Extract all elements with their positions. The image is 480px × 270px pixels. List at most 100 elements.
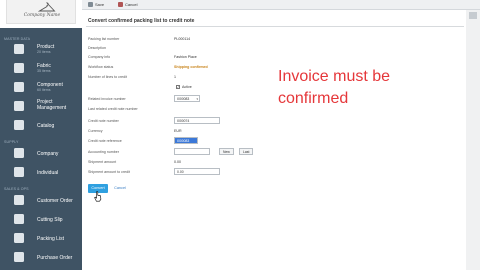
field-value: 0.00: [174, 160, 181, 164]
toolbar-cancel-label: Cancel: [125, 2, 138, 7]
field-accounting-number: Accounting number New Last: [88, 148, 288, 157]
cutting-slip-icon: [14, 214, 24, 224]
annotation-callout: Invoice must be confirmed: [278, 68, 391, 107]
sidebar-item-label: Catalog: [37, 123, 55, 129]
save-button[interactable]: Save: [88, 2, 104, 8]
field-currency: Currency EUR: [88, 128, 288, 136]
credit-note-number-input[interactable]: I000074: [174, 117, 220, 124]
accounting-number-input[interactable]: [174, 148, 210, 155]
sidebar-item-company[interactable]: Company: [0, 147, 82, 161]
field-value: PL000114: [174, 37, 191, 41]
field-active: ✓ Active: [88, 84, 288, 92]
field-label: Accounting number: [88, 150, 119, 154]
sidebar-item-label: Purchase Order: [37, 255, 73, 261]
sidebar-item-count: 35 items: [37, 69, 51, 73]
toolbar-cancel-button[interactable]: Cancel: [118, 2, 137, 8]
field-label: Related invoice number: [88, 97, 126, 101]
sidebar-group-sales-ops: SALES & OPS: [4, 187, 29, 191]
field-credit-note-reference: Credit note reference I000083: [88, 137, 288, 146]
company-name: Company Name: [23, 13, 61, 18]
sidebar-item-cutting-slip[interactable]: Cutting Slip: [0, 213, 82, 227]
app-window: Company Name MASTER DATA Product 20 item…: [0, 0, 480, 270]
active-checkbox[interactable]: ✓: [176, 85, 180, 89]
purchase-order-icon: [14, 252, 24, 262]
field-label: Shipment amount to credit: [88, 170, 130, 174]
field-label: Currency: [88, 129, 103, 133]
sidebar-item-label: Individual: [37, 170, 59, 176]
new-number-button[interactable]: New: [219, 148, 234, 155]
sidebar-item-label: Cutting Slip: [37, 217, 63, 223]
field-description: Description: [88, 45, 288, 53]
packing-list-icon: [14, 233, 24, 243]
field-credit-note-number: Credit note number I000074: [88, 117, 288, 126]
sidebar-item-component[interactable]: Component 60 items: [0, 81, 82, 95]
sidebar-item-label: Project Management: [37, 99, 67, 111]
company-logo[interactable]: Company Name: [6, 0, 76, 24]
field-shipment-amount-to-credit: Shipment amount to credit 0.00: [88, 168, 288, 177]
field-label: Description: [88, 46, 106, 50]
field-label: Workflow status: [88, 65, 114, 69]
field-value: EUR: [174, 129, 182, 133]
sidebar-item-packing-list[interactable]: Packing List: [0, 232, 82, 246]
sidebar: Company Name MASTER DATA Product 20 item…: [0, 0, 82, 270]
sidebar-item-purchase-order[interactable]: Purchase Order: [0, 251, 82, 265]
company-icon: [14, 148, 24, 158]
chevron-down-icon: ▾: [196, 97, 198, 101]
sidebar-item-count: 60 items: [37, 88, 51, 92]
toolbar: Save Cancel: [82, 0, 480, 10]
sidebar-item-product[interactable]: Product 20 items: [0, 43, 82, 57]
field-last-related-credit-note: Last related credit note number: [88, 106, 288, 114]
page-title: Convert confirmed packing list to credit…: [88, 18, 195, 24]
sidebar-item-catalog[interactable]: Catalog: [0, 119, 82, 133]
field-shipment-amount: Shipment amount 0.00: [88, 159, 288, 167]
sidebar-item-label: Company: [37, 151, 59, 157]
individual-icon: [14, 167, 24, 177]
last-number-button[interactable]: Last: [239, 148, 254, 155]
customer-order-icon: [14, 195, 24, 205]
sidebar-group-supply: SUPPLY: [4, 140, 19, 144]
sidebar-group-master-data: MASTER DATA: [4, 37, 31, 41]
related-invoice-value: I000083: [177, 97, 190, 101]
field-label: Credit note number: [88, 119, 119, 123]
credit-note-reference-input[interactable]: I000083: [174, 137, 198, 144]
sidebar-item-count: 20 items: [37, 50, 51, 54]
sidebar-item-label: Packing List: [37, 236, 64, 242]
hand-pointer-icon: [94, 191, 102, 202]
field-label: Number of lines to credit: [88, 75, 127, 79]
field-label: Shipment amount: [88, 160, 117, 164]
fabric-icon: [14, 63, 24, 73]
related-invoice-select[interactable]: I000083 ▾: [174, 95, 200, 102]
project-icon: [14, 101, 24, 111]
field-lines-to-credit: Number of lines to credit 1: [88, 74, 288, 82]
vertical-scrollbar[interactable]: [466, 10, 480, 270]
shirt-icon: [14, 44, 24, 54]
field-label: Packing list number: [88, 37, 120, 41]
sidebar-item-customer-order[interactable]: Customer Order: [0, 194, 82, 208]
field-value: 1: [174, 75, 176, 79]
logo-area: Company Name: [0, 0, 82, 28]
cancel-button[interactable]: Cancel: [112, 184, 128, 193]
field-company-info: Company info Fashion Place: [88, 54, 288, 62]
hanger-icon: [38, 2, 56, 12]
field-workflow-status: Workflow status Shipping confirmed: [88, 64, 288, 72]
shipment-amount-to-credit-input[interactable]: 0.00: [174, 168, 220, 175]
workflow-status-badge: Shipping confirmed: [174, 65, 208, 69]
sidebar-item-fabric[interactable]: Fabric 35 items: [0, 62, 82, 76]
field-related-invoice: Related invoice number I000083 ▾: [88, 95, 288, 104]
scrollbar-thumb[interactable]: [469, 12, 477, 19]
floppy-disk-icon: [88, 2, 93, 8]
field-label: Last related credit note number: [88, 107, 138, 111]
field-label: Credit note reference: [88, 139, 122, 143]
field-label: Company info: [88, 55, 111, 59]
sidebar-item-project-management[interactable]: Project Management: [0, 99, 82, 114]
divider: [86, 26, 464, 27]
field-packing-list-number: Packing list number PL000114: [88, 36, 288, 44]
field-value: Fashion Place: [174, 55, 197, 59]
catalog-icon: [14, 120, 24, 130]
save-button-label: Save: [95, 2, 105, 7]
sidebar-item-individual[interactable]: Individual: [0, 166, 82, 180]
cancel-icon: [118, 2, 123, 8]
sidebar-item-label: Customer Order: [37, 198, 73, 204]
main-content: Convert confirmed packing list to credit…: [82, 10, 466, 270]
component-icon: [14, 82, 24, 92]
